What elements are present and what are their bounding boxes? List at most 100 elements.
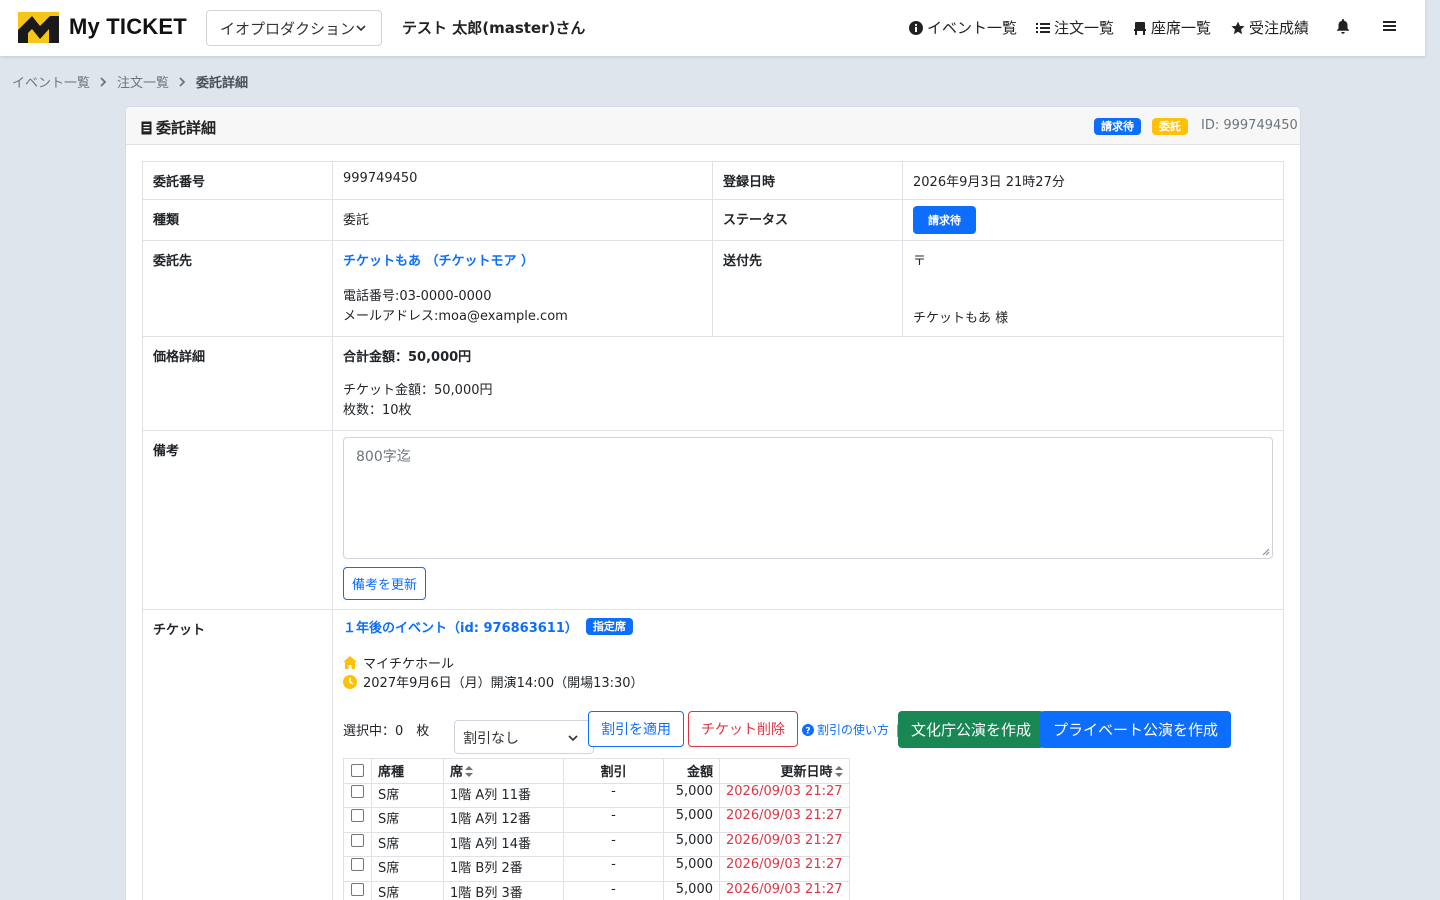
select-all-checkbox[interactable] [343, 758, 372, 784]
nav-events-link[interactable]: イベント一覧 [909, 17, 1017, 38]
seat-type-cell: S席 [371, 856, 444, 882]
registered-value: 2026年9月3日 21時27分 [902, 161, 1284, 200]
type-label: 種類 [142, 199, 333, 241]
question-circle-icon: ? [802, 723, 814, 736]
amount-cell: 5,000 [663, 880, 720, 900]
chevron-down-icon [356, 25, 366, 32]
breadcrumb-current: 委託詳細 [196, 76, 249, 91]
row-checkbox[interactable] [343, 782, 372, 808]
nav-events-label: イベント一覧 [927, 19, 1018, 37]
discount-cell: - [563, 831, 664, 857]
brand-name[interactable]: My TICKET [69, 14, 187, 40]
home-icon [343, 656, 357, 669]
ticket-section: １年後のイベント（id: 976863611） 指定席 マイチケホール 2027… [332, 609, 1284, 900]
resize-handle-icon[interactable] [1262, 548, 1270, 556]
nav-orders-label: 注文一覧 [1054, 19, 1115, 37]
row-checkbox[interactable] [343, 807, 372, 833]
star-icon [1231, 21, 1245, 34]
updated-cell: 2026/09/03 21:27 [719, 807, 850, 833]
seat-type-cell: S席 [371, 782, 444, 808]
amount-cell: 5,000 [663, 807, 720, 833]
seat-type-cell: S席 [371, 880, 444, 900]
organization-select-value: イオプロダクション [220, 19, 356, 38]
consignment-id: ID: 999749450 [1201, 118, 1298, 133]
create-private-show-button[interactable]: プライベート公演を作成 [1040, 711, 1232, 748]
updated-cell: 2026/09/03 21:27 [719, 880, 850, 900]
remarks-textarea[interactable]: 800字迄 [343, 437, 1273, 559]
table-row: S席 1階 B列 2番 -5,000 2026/09/03 21:27 [343, 856, 850, 882]
menu-icon[interactable] [1382, 18, 1398, 34]
price-count: 枚数：10枚 [343, 403, 412, 418]
updated-cell: 2026/09/03 21:27 [719, 856, 850, 882]
col-seat-type: 席種 [371, 758, 444, 784]
reserved-seat-badge: 指定席 [585, 618, 633, 635]
status-badge: 請求待 [1094, 118, 1141, 135]
sort-icon [834, 766, 843, 778]
ship-postal: 〒 [913, 254, 927, 269]
venue-name: マイチケホール [363, 657, 455, 672]
bell-icon[interactable] [1335, 18, 1351, 34]
chevron-down-icon [568, 735, 578, 742]
seat-cell: 1階 A列 11番 [443, 782, 564, 808]
table-row: S席 1階 A列 11番 -5,000 2026/09/03 21:27 [343, 782, 850, 808]
col-updated[interactable]: 更新日時 [719, 758, 850, 784]
logo-icon[interactable] [18, 12, 59, 43]
consignment-detail-card: 委託詳細 請求待 委託 ID: 999749450 委託番号 999749450… [125, 106, 1301, 900]
table-row: S席 1階 A列 14番 -5,000 2026/09/03 21:27 [343, 831, 850, 857]
consignee-phone: 電話番号:03-0000-0000 [343, 289, 492, 304]
discount-cell: - [563, 782, 664, 808]
nav-sales-link[interactable]: 受注成績 [1231, 17, 1309, 38]
delete-ticket-button[interactable]: チケット削除 [688, 711, 798, 747]
apply-discount-button[interactable]: 割引を適用 [588, 711, 684, 747]
nav-orders-link[interactable]: 注文一覧 [1036, 17, 1114, 38]
price-ticket: チケット金額：50,000円 [343, 383, 493, 398]
row-checkbox[interactable] [343, 831, 372, 857]
seat-type-cell: S席 [371, 807, 444, 833]
row-checkbox[interactable] [343, 856, 372, 882]
discount-select-value: 割引なし [463, 731, 519, 747]
consign-no-value: 999749450 [332, 161, 713, 200]
list-icon [1036, 22, 1050, 33]
seat-table-header: 席種 席 割引 金額 更新日時 [343, 758, 850, 784]
nav-seats-link[interactable]: 座席一覧 [1133, 17, 1211, 38]
organization-select[interactable]: イオプロダクション [206, 10, 382, 46]
amount-cell: 5,000 [663, 831, 720, 857]
update-remarks-button[interactable]: 備考を更新 [343, 567, 427, 600]
card-title-text: 委託詳細 [156, 119, 217, 137]
table-row: S席 1階 B列 3番 -5,000 2026/09/03 21:27 [343, 880, 850, 900]
event-link[interactable]: １年後のイベント（id: 976863611） [343, 617, 578, 636]
nav-seats-label: 座席一覧 [1151, 19, 1212, 37]
col-discount: 割引 [563, 758, 664, 784]
discount-cell: - [563, 880, 664, 900]
nav-sales-label: 受注成績 [1249, 19, 1310, 37]
status-label: ステータス [712, 199, 903, 241]
col-seat[interactable]: 席 [443, 758, 564, 784]
col-updated-label: 更新日時 [780, 765, 833, 781]
table-row: S席 1階 A列 12番 -5,000 2026/09/03 21:27 [343, 807, 850, 833]
seat-type-cell: S席 [371, 831, 444, 857]
breadcrumb-orders[interactable]: 注文一覧 [117, 72, 169, 91]
ship-to-label: 送付先 [712, 240, 903, 337]
amount-cell: 5,000 [663, 782, 720, 808]
breadcrumb-events[interactable]: イベント一覧 [12, 72, 90, 91]
seat-cell: 1階 A列 12番 [443, 807, 564, 833]
status-button[interactable]: 請求待 [913, 206, 976, 234]
consign-no-label: 委託番号 [142, 161, 333, 200]
selected-count: 選択中：0 枚 [343, 724, 430, 739]
chevron-right-icon [179, 76, 186, 87]
discount-help-link[interactable]: ? 割引の使い方 | [802, 721, 900, 738]
updated-cell: 2026/09/03 21:27 [719, 831, 850, 857]
consignee-link[interactable]: チケットもあ （チケットモア ） [343, 250, 702, 269]
detail-table: 委託番号 999749450 登録日時 2026年9月3日 21時27分 種類 … [142, 161, 1284, 900]
create-culture-show-button[interactable]: 文化庁公演を作成 [898, 711, 1045, 748]
seat-cell: 1階 B列 3番 [443, 880, 564, 900]
top-navbar: My TICKET イオプロダクション テスト 太郎(master)さん イベン… [0, 0, 1425, 56]
card-header: 委託詳細 請求待 委託 ID: 999749450 [126, 107, 1300, 145]
discount-cell: - [563, 856, 664, 882]
row-checkbox[interactable] [343, 880, 372, 900]
discount-select[interactable]: 割引なし [454, 720, 594, 754]
col-seat-label: 席 [450, 765, 464, 781]
seat-icon [1134, 21, 1146, 35]
clock-icon [343, 674, 357, 689]
ship-name: チケットもあ 様 [913, 311, 1009, 326]
